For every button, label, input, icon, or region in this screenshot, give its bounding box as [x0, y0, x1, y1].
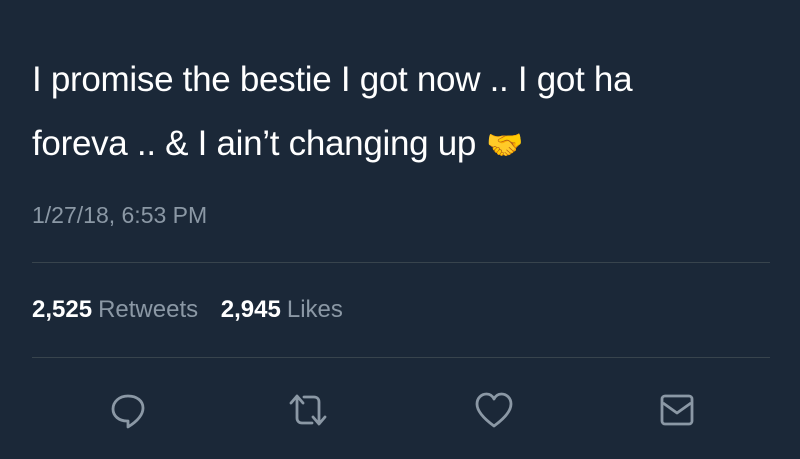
divider-top — [32, 262, 770, 263]
tweet-detail: I promise the bestie I got now .. I got … — [0, 0, 800, 459]
divider-bottom — [32, 357, 770, 358]
likes-label: Likes — [286, 296, 343, 323]
like-icon — [475, 392, 513, 428]
tweet-text: I promise the bestie I got now .. I got … — [32, 48, 772, 178]
tweet-actions-bar — [0, 385, 800, 435]
retweet-icon — [289, 394, 327, 426]
reply-icon — [111, 394, 145, 429]
like-button[interactable] — [469, 385, 519, 435]
direct-message-icon — [660, 394, 694, 426]
retweet-button[interactable] — [283, 385, 333, 435]
reply-button[interactable] — [103, 385, 153, 435]
likes-count: 2,945 — [220, 296, 281, 323]
direct-message-button[interactable] — [652, 385, 702, 435]
retweets-label: Retweets — [98, 296, 199, 323]
tweet-text-line-1: I promise the bestie I got now .. I got … — [32, 60, 633, 99]
tweet-text-line-2-wrap: foreva .. & I ain’t changing up 🤝 — [32, 112, 772, 178]
handshake-emoji: 🤝 — [486, 129, 524, 162]
tweet-text-line-2: foreva .. & I ain’t changing up — [32, 124, 477, 163]
retweets-count: 2,525 — [32, 296, 93, 323]
retweets-stat[interactable]: 2,525 Retweets — [32, 296, 198, 324]
likes-stat[interactable]: 2,945 Likes — [221, 296, 343, 324]
engagement-stats: 2,525 Retweets 2,945 Likes — [32, 296, 359, 324]
tweet-timestamp[interactable]: 1/27/18, 6:53 PM — [32, 202, 207, 229]
